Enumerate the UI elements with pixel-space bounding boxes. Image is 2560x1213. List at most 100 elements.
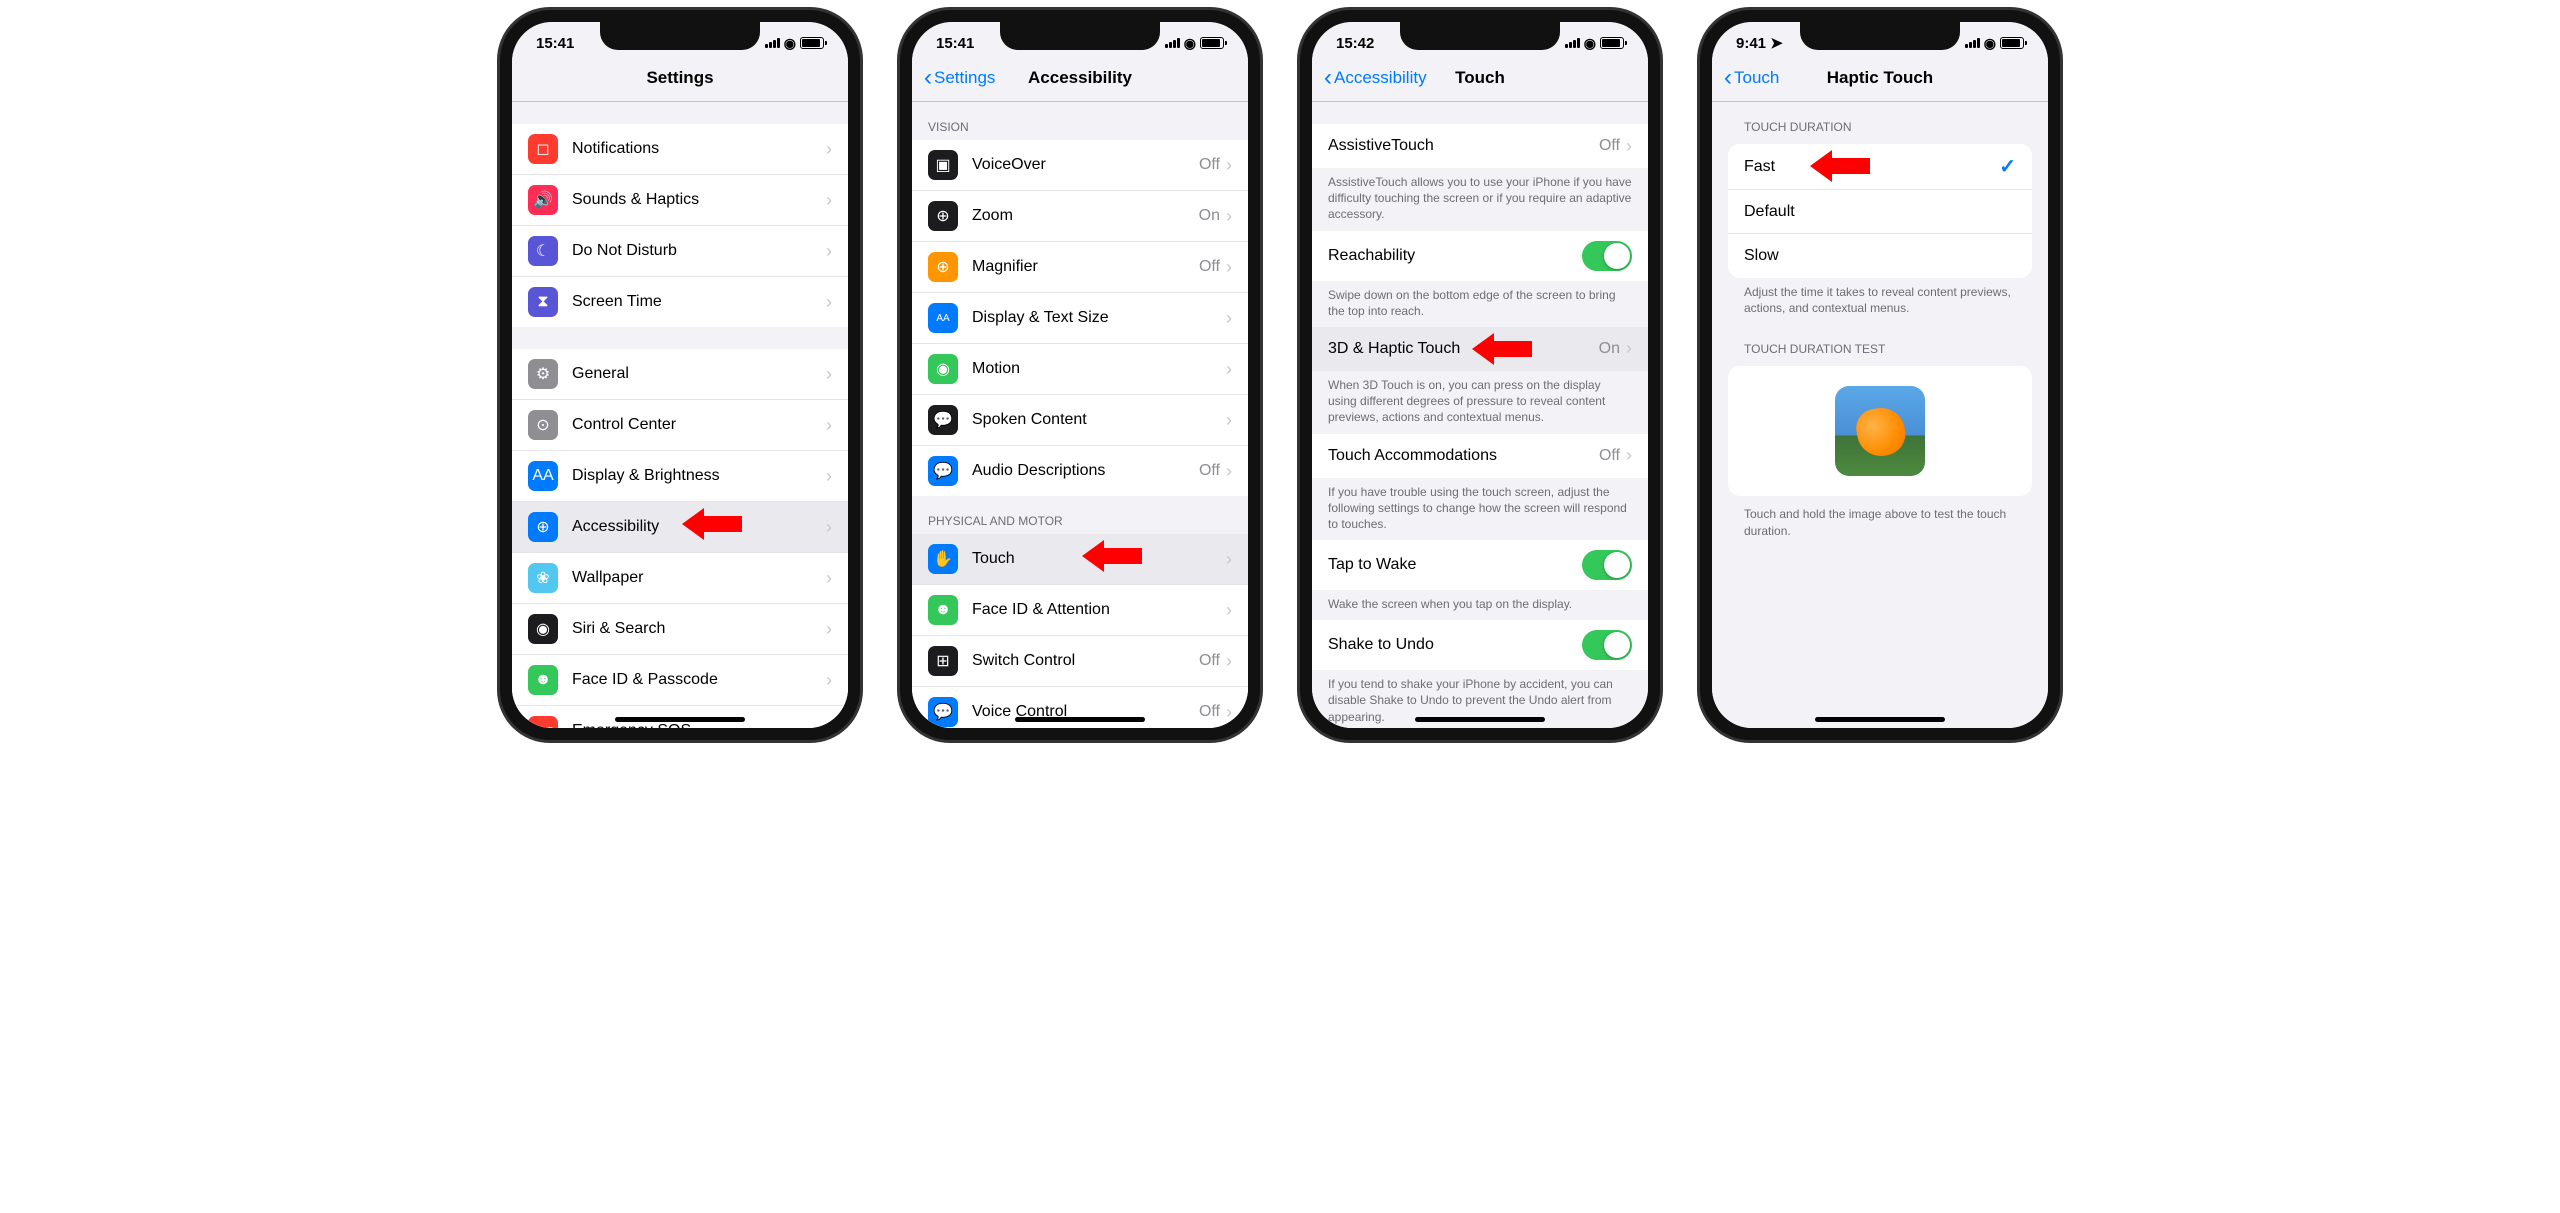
- row-control-center[interactable]: ⊙Control Center›: [512, 400, 848, 451]
- row-tap-to-wake[interactable]: Tap to Wake: [1312, 540, 1648, 590]
- notch: [1400, 22, 1560, 50]
- row-magnifier[interactable]: ⊕MagnifierOff›: [912, 242, 1248, 293]
- siri-search-icon: ◉: [528, 614, 558, 644]
- content: ◻Notifications›🔊Sounds & Haptics›☾Do Not…: [512, 102, 848, 728]
- row-assistivetouch[interactable]: AssistiveTouchOff›: [1312, 124, 1648, 168]
- row-face-id-passcode[interactable]: ☻Face ID & Passcode›: [512, 655, 848, 706]
- signal-icon: [1565, 38, 1580, 48]
- motion-icon: ◉: [928, 354, 958, 384]
- home-indicator[interactable]: [1815, 717, 1945, 722]
- row-group: ✋Touch›☻Face ID & Attention›⊞Switch Cont…: [912, 534, 1248, 728]
- back-button[interactable]: ‹Touch: [1724, 64, 1779, 92]
- chevron-right-icon: ›: [826, 364, 832, 385]
- row-switch-control[interactable]: ⊞Switch ControlOff›: [912, 636, 1248, 687]
- row-siri-search[interactable]: ◉Siri & Search›: [512, 604, 848, 655]
- magnifier-icon: ⊕: [928, 252, 958, 282]
- row-spoken-content[interactable]: 💬Spoken Content›: [912, 395, 1248, 446]
- touch-icon: ✋: [928, 544, 958, 574]
- row-accessibility[interactable]: ⊕Accessibility›: [512, 502, 848, 553]
- row-do-not-disturb[interactable]: ☾Do Not Disturb›: [512, 226, 848, 277]
- back-button[interactable]: ‹Settings: [924, 64, 995, 92]
- home-indicator[interactable]: [1015, 717, 1145, 722]
- notch: [1000, 22, 1160, 50]
- row-notifications[interactable]: ◻Notifications›: [512, 124, 848, 175]
- voice-control-icon: 💬: [928, 697, 958, 727]
- chevron-right-icon: ›: [826, 415, 832, 436]
- row-label: Spoken Content: [972, 411, 1226, 429]
- chevron-right-icon: ›: [1226, 410, 1232, 431]
- chevron-right-icon: ›: [826, 292, 832, 313]
- row-group: Shake to Undo: [1312, 620, 1648, 670]
- chevron-right-icon: ›: [826, 721, 832, 729]
- chevron-right-icon: ›: [1226, 549, 1232, 570]
- chevron-right-icon: ›: [826, 619, 832, 640]
- row-motion[interactable]: ◉Motion›: [912, 344, 1248, 395]
- home-indicator[interactable]: [615, 717, 745, 722]
- status-icons: ◉: [1965, 35, 2024, 52]
- battery-icon: [1200, 37, 1224, 49]
- red-arrow-annotation: [682, 512, 742, 536]
- wifi-icon: ◉: [1584, 35, 1596, 52]
- row-shake-to-undo[interactable]: Shake to Undo: [1312, 620, 1648, 670]
- row-label: Control Center: [572, 416, 826, 434]
- option-row-fast[interactable]: Fast✓: [1728, 144, 2032, 190]
- chevron-right-icon: ›: [1226, 308, 1232, 329]
- row-face-id-attention[interactable]: ☻Face ID & Attention›: [912, 585, 1248, 636]
- chevron-left-icon: ‹: [1724, 64, 1732, 92]
- toggle-switch[interactable]: [1582, 241, 1632, 271]
- row-touch-accommodations[interactable]: Touch AccommodationsOff›: [1312, 434, 1648, 478]
- row-general[interactable]: ⚙General›: [512, 349, 848, 400]
- screen: 15:41 ◉ Settings◻Notifications›🔊Sounds &…: [512, 22, 848, 728]
- row-value: Off: [1199, 703, 1220, 721]
- status-time: 15:41: [536, 35, 574, 52]
- section-header: TOUCH DURATION: [1712, 102, 2048, 140]
- phone-frame: 15:41 ◉ ‹SettingsAccessibilityVISION▣Voi…: [900, 10, 1260, 740]
- chevron-right-icon: ›: [826, 517, 832, 538]
- row-screen-time[interactable]: ⧗Screen Time›: [512, 277, 848, 327]
- row-label: Notifications: [572, 140, 826, 158]
- chevron-right-icon: ›: [1226, 257, 1232, 278]
- option-group: Fast✓DefaultSlow: [1728, 144, 2032, 278]
- option-row-slow[interactable]: Slow: [1728, 234, 2032, 278]
- emergency-sos-icon: SOS: [528, 716, 558, 728]
- row-label: Tap to Wake: [1328, 556, 1582, 574]
- status-time: 15:42: [1336, 35, 1374, 52]
- row-zoom[interactable]: ⊕ZoomOn›: [912, 191, 1248, 242]
- chevron-right-icon: ›: [1626, 136, 1632, 157]
- back-button[interactable]: ‹Accessibility: [1324, 64, 1427, 92]
- status-time: 9:41 ➤: [1736, 34, 1783, 52]
- toggle-switch[interactable]: [1582, 630, 1632, 660]
- option-label: Fast: [1744, 158, 1999, 176]
- accessibility-icon: ⊕: [528, 512, 558, 542]
- row-display-brightness[interactable]: AADisplay & Brightness›: [512, 451, 848, 502]
- row-sounds-haptics[interactable]: 🔊Sounds & Haptics›: [512, 175, 848, 226]
- wifi-icon: ◉: [784, 35, 796, 52]
- row-3d-haptic-touch[interactable]: 3D & Haptic TouchOn›: [1312, 327, 1648, 371]
- option-row-default[interactable]: Default: [1728, 190, 2032, 234]
- nav-bar: Settings: [512, 58, 848, 102]
- audio-descriptions-icon: 💬: [928, 456, 958, 486]
- row-voiceover[interactable]: ▣VoiceOverOff›: [912, 140, 1248, 191]
- row-reachability[interactable]: Reachability: [1312, 231, 1648, 281]
- chevron-right-icon: ›: [1626, 445, 1632, 466]
- row-label: Wallpaper: [572, 569, 826, 587]
- row-value: Off: [1199, 156, 1220, 174]
- section-header: VISION: [912, 102, 1248, 140]
- battery-icon: [1600, 37, 1624, 49]
- touch-test-card[interactable]: [1728, 366, 2032, 496]
- row-wallpaper[interactable]: ❀Wallpaper›: [512, 553, 848, 604]
- row-label: Display & Brightness: [572, 467, 826, 485]
- screen: 15:42 ◉ ‹AccessibilityTouchAssistiveTouc…: [1312, 22, 1648, 728]
- row-touch[interactable]: ✋Touch›: [912, 534, 1248, 585]
- row-display-text-size[interactable]: AADisplay & Text Size›: [912, 293, 1248, 344]
- red-arrow-annotation: [1472, 337, 1532, 361]
- toggle-switch[interactable]: [1582, 550, 1632, 580]
- status-icons: ◉: [1565, 35, 1624, 52]
- row-audio-descriptions[interactable]: 💬Audio DescriptionsOff›: [912, 446, 1248, 496]
- row-value: On: [1199, 207, 1220, 225]
- touch-test-image[interactable]: [1835, 386, 1925, 476]
- home-indicator[interactable]: [1415, 717, 1545, 722]
- face-id-attention-icon: ☻: [928, 595, 958, 625]
- voiceover-icon: ▣: [928, 150, 958, 180]
- row-group: Reachability: [1312, 231, 1648, 281]
